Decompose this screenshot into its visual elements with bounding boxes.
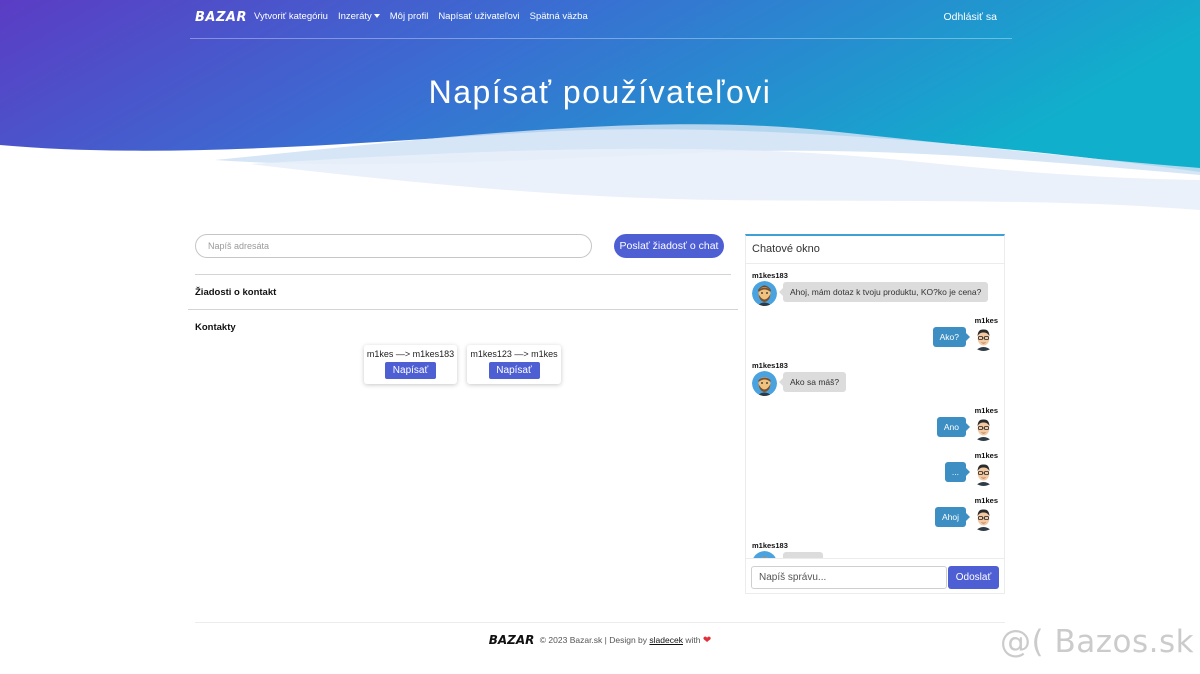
nav-listings-dropdown[interactable]: Inzeráty — [338, 11, 380, 22]
caret-down-icon — [373, 14, 380, 18]
write-contact-button[interactable]: Napísať — [488, 362, 540, 379]
nav-links: Vytvoriť kategóriu Inzeráty Môj profil N… — [254, 11, 588, 22]
divider — [195, 274, 731, 275]
chat-title: Chatové okno — [752, 243, 820, 255]
avatar-man-glasses-icon — [971, 326, 996, 351]
message-bubble: Ako? — [932, 327, 971, 347]
avatar-man-glasses-icon — [971, 461, 996, 486]
chat-input-bar: Odoslať — [746, 558, 1004, 594]
footer-divider — [195, 622, 1005, 623]
contact-label: m1kes —> m1kes183 — [366, 349, 455, 359]
bazos-watermark: @( Bazos.sk — [1000, 624, 1195, 660]
avatar-man-glasses-icon — [971, 506, 996, 531]
navbar: BAZAR Vytvoriť kategóriu Inzeráty Môj pr… — [0, 0, 1200, 39]
brand-logo[interactable]: BAZAR — [195, 10, 247, 25]
recipient-input[interactable] — [195, 234, 592, 258]
chat-message: m1kes183 Ako sa máš? — [746, 361, 1004, 401]
page-title: Napísať používateľovi — [428, 74, 772, 110]
contact-requests-title: Žiadosti o kontakt — [195, 287, 277, 298]
footer-logo: BAZAR — [488, 633, 535, 647]
avatar-man-glasses-icon — [971, 416, 996, 441]
heart-icon: ❤ — [702, 635, 712, 646]
footer-copyright: © 2023 Bazar.sk | Design by — [539, 635, 648, 645]
contacts-title: Kontakty — [195, 322, 236, 333]
nav-my-profile[interactable]: Môj profil — [390, 11, 429, 22]
send-chat-request-button[interactable]: Poslať žiadosť o chat — [614, 234, 724, 258]
author-link[interactable]: sladecek — [649, 635, 683, 645]
send-message-button[interactable]: Odoslať — [948, 566, 999, 589]
divider — [188, 309, 738, 310]
write-contact-button[interactable]: Napísať — [385, 362, 436, 379]
contact-card: m1kes123 —> m1kes Napísať — [467, 345, 561, 384]
chat-message: m1kes Ano — [746, 406, 1004, 446]
message-bubble: Ahoj, mám dotaz k tvoju produktu, KO?ko … — [778, 282, 989, 302]
message-bubble: Ako sa máš? — [778, 372, 847, 392]
chat-header: Chatové okno — [746, 236, 1004, 264]
contact-label: m1kes123 —> m1kes — [470, 349, 558, 359]
message-sender: m1kes — [974, 316, 998, 325]
nav-divider — [190, 38, 1012, 39]
chat-message: m1kes183 Ahoj, mám dotaz k tvoju produkt… — [746, 271, 1004, 311]
avatar-bearded-man-icon — [752, 371, 777, 396]
message-bubble: Ano — [936, 417, 971, 437]
message-sender: m1kes183 — [752, 541, 788, 550]
message-sender: m1kes — [974, 406, 998, 415]
chat-window: Chatové okno m1kes183 Ahoj, mám dotaz k … — [745, 234, 1005, 594]
contact-card: m1kes —> m1kes183 Napísať — [364, 345, 457, 384]
chat-messages[interactable]: m1kes183 Ahoj, mám dotaz k tvoju produkt… — [746, 265, 1004, 558]
message-sender: m1kes — [974, 451, 998, 460]
chat-message: m1kes Ako? — [746, 316, 1004, 356]
nav-create-category[interactable]: Vytvoriť kategóriu — [254, 11, 328, 22]
nav-write-user[interactable]: Napísať uživateľovi — [438, 11, 519, 22]
avatar-bearded-man-icon — [752, 281, 777, 306]
chat-message: m1kes183 — [746, 541, 1004, 558]
avatar-bearded-man-icon — [753, 551, 776, 558]
nav-listings-label: Inzeráty — [337, 11, 372, 22]
message-sender: m1kes183 — [752, 271, 788, 280]
message-sender: m1kes183 — [752, 361, 788, 370]
message-input[interactable] — [751, 566, 947, 589]
message-bubble: ... — [944, 462, 971, 482]
message-bubble: Ahoj — [934, 507, 971, 527]
chat-message: m1kes ... — [746, 451, 1004, 491]
message-sender: m1kes — [974, 496, 998, 505]
hero-banner: BAZAR Vytvoriť kategóriu Inzeráty Môj pr… — [0, 0, 1200, 210]
nav-feedback[interactable]: Spätná väzba — [530, 11, 588, 22]
logout-link[interactable]: Odhlásiť sa — [943, 11, 997, 23]
chat-message: m1kes Ahoj — [746, 496, 1004, 536]
footer-with: with — [685, 635, 701, 645]
